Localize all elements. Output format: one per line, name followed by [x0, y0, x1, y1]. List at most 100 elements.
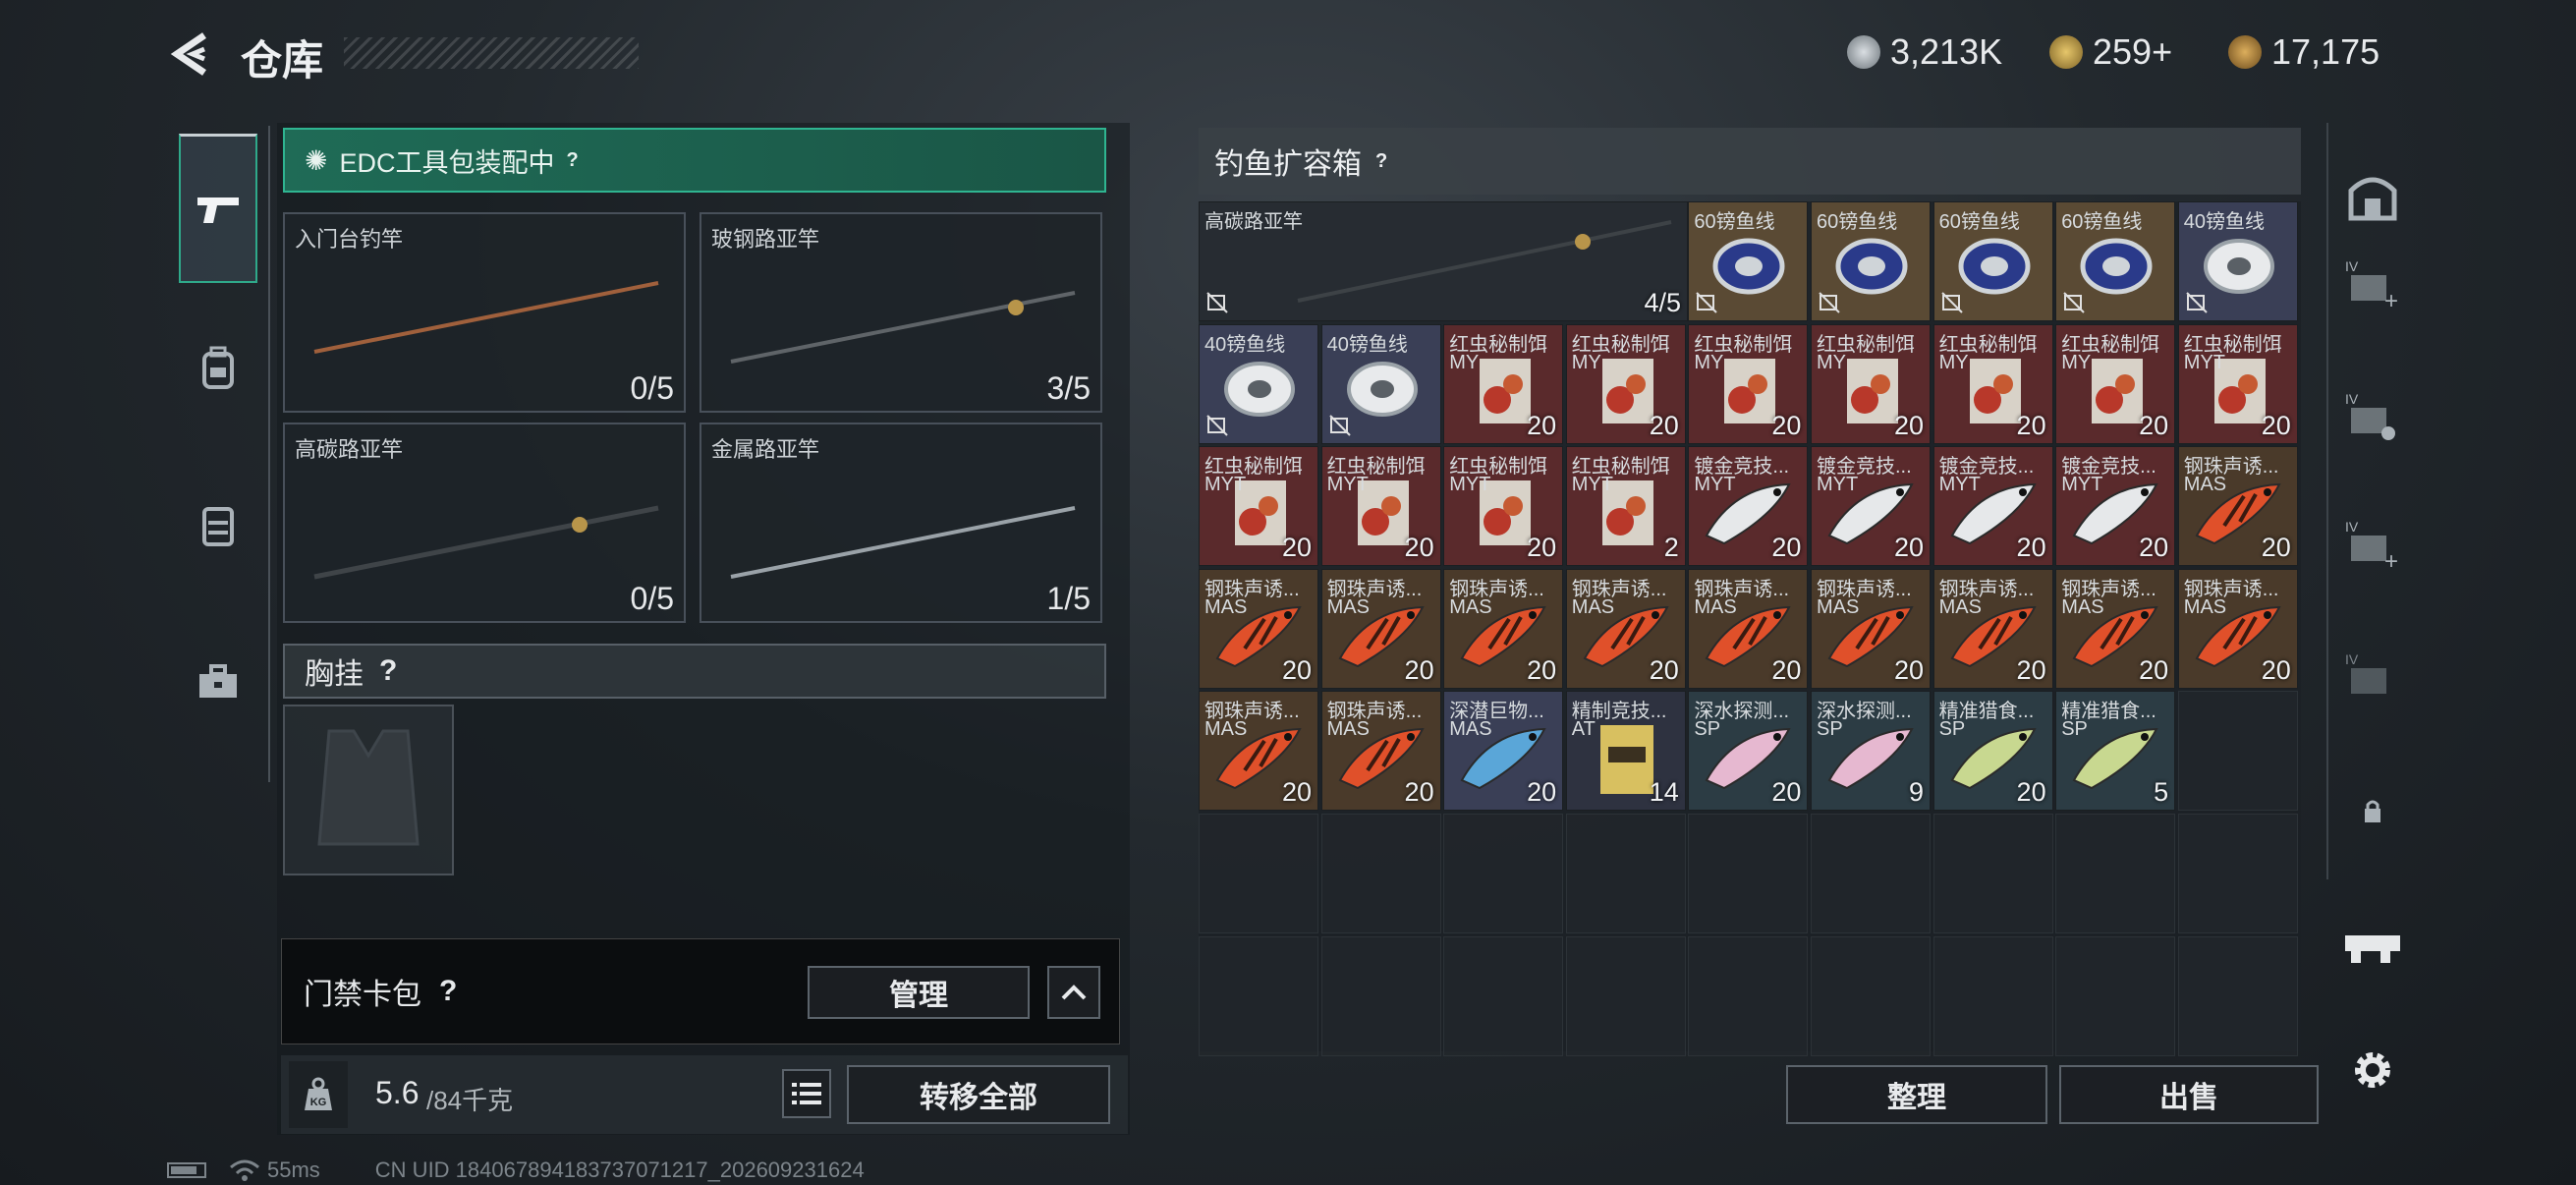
rod-slot-3[interactable]: 高碳路亚竿 0/5: [283, 423, 686, 623]
item-count: 20: [1649, 654, 1679, 685]
item-slot[interactable]: 40镑鱼线: [1320, 323, 1441, 444]
storage-settings-button[interactable]: IV: [2338, 383, 2407, 452]
safe-box-button[interactable]: [2338, 162, 2407, 231]
item-slot[interactable]: 镀金竞技... MYT 20: [1811, 446, 1931, 567]
list-view-button[interactable]: [782, 1069, 831, 1118]
tab-vest[interactable]: [179, 450, 257, 599]
rod-slot-4[interactable]: 金属路亚竿 1/5: [700, 423, 1102, 623]
item-slot[interactable]: 红虫秘制饵 MY 20: [1932, 323, 2053, 444]
item-slot[interactable]: 40镑鱼线: [2177, 201, 2298, 321]
empty-slot[interactable]: [1199, 814, 1318, 933]
transfer-all-button[interactable]: 转移全部: [847, 1065, 1110, 1124]
item-slot[interactable]: 钢珠声诱... MAS 20: [2177, 568, 2298, 689]
empty-slot[interactable]: [1688, 814, 1809, 933]
item-slot[interactable]: 钢珠声诱... MAS 20: [1811, 568, 1931, 689]
item-slot[interactable]: 60镑鱼线: [1811, 201, 1931, 321]
item-slot[interactable]: 钢珠声诱... MAS 20: [1443, 568, 1564, 689]
item-slot[interactable]: 钢珠声诱... MAS 20: [1932, 568, 2053, 689]
rod-slot-1[interactable]: 入门台钓竿 0/5: [283, 212, 686, 413]
empty-slot[interactable]: [1932, 935, 2053, 1056]
item-slot[interactable]: 钢珠声诱... MAS 20: [1565, 568, 1686, 689]
empty-slot[interactable]: [1443, 935, 1564, 1056]
empty-slot[interactable]: [1811, 814, 1931, 933]
item-slot[interactable]: 60镑鱼线: [2055, 201, 2176, 321]
help-icon[interactable]: ?: [379, 654, 397, 688]
item-slot[interactable]: 深水探测... SP 20: [1688, 691, 1809, 812]
item-count: 14: [1649, 777, 1679, 808]
item-slot[interactable]: 镀金竞技... MYT 20: [1932, 446, 2053, 567]
sell-button[interactable]: 出售: [2059, 1065, 2319, 1124]
currency-gold[interactable]: 259+: [2049, 29, 2172, 75]
item-slot[interactable]: 60镑鱼线: [1932, 201, 2053, 321]
empty-slot[interactable]: [2177, 814, 2298, 933]
empty-slot[interactable]: [1443, 814, 1564, 933]
tab-weapons[interactable]: [179, 134, 257, 283]
item-slot[interactable]: 钢珠声诱... MAS 20: [2177, 446, 2298, 567]
tab-toolbox[interactable]: [179, 607, 257, 757]
item-slot[interactable]: 红虫秘制饵 MY 20: [1811, 323, 1931, 444]
item-slot[interactable]: 红虫秘制饵 MY 20: [1565, 323, 1686, 444]
storage-locked-button[interactable]: IV: [2338, 644, 2407, 712]
gun-rack-button[interactable]: [2338, 909, 2407, 978]
item-count: 20: [1281, 533, 1312, 563]
manage-button[interactable]: 管理: [808, 966, 1030, 1019]
empty-slot[interactable]: [1320, 935, 1441, 1056]
empty-slot[interactable]: [2177, 935, 2298, 1056]
pistol-icon: [197, 197, 239, 223]
item-slot[interactable]: 镀金竞技... MYT 20: [1688, 446, 1809, 567]
item-slot[interactable]: 深潜巨物... MAS 20: [1443, 691, 1564, 812]
help-icon[interactable]: ?: [1375, 150, 1387, 173]
empty-slot[interactable]: [2055, 935, 2176, 1056]
item-count: 20: [1281, 777, 1312, 808]
help-icon[interactable]: ?: [439, 975, 457, 1008]
item-slot[interactable]: 钢珠声诱... MAS 20: [1320, 568, 1441, 689]
chest-rig-slot[interactable]: [283, 705, 454, 875]
item-slot[interactable]: 红虫秘制饵 MY 20: [1443, 323, 1564, 444]
item-slot[interactable]: 红虫秘制饵 MYT 20: [2177, 323, 2298, 444]
currency-silver[interactable]: 3,213K: [1847, 29, 2002, 75]
item-slot[interactable]: 红虫秘制饵 MYT 20: [1443, 446, 1564, 567]
empty-slot[interactable]: [1565, 814, 1686, 933]
empty-slot[interactable]: [2055, 814, 2176, 933]
help-icon[interactable]: ?: [566, 149, 578, 172]
tab-backpack[interactable]: [179, 293, 257, 442]
item-big-rod[interactable]: 高碳路亚竿 4/5: [1199, 201, 1688, 321]
item-slot[interactable]: 钢珠声诱... MAS 20: [1199, 691, 1318, 812]
empty-slot[interactable]: [1199, 935, 1318, 1056]
settings-button[interactable]: [2338, 1036, 2407, 1104]
back-arrow-icon[interactable]: [167, 29, 216, 79]
item-slot[interactable]: 红虫秘制饵 MYT 20: [1199, 446, 1318, 567]
item-slot[interactable]: 红虫秘制饵 MYT 2: [1565, 446, 1686, 567]
sort-button[interactable]: 整理: [1786, 1065, 2047, 1124]
item-count: 20: [1893, 533, 1924, 563]
item-slot[interactable]: 60镑鱼线: [1688, 201, 1809, 321]
item-slot[interactable]: 红虫秘制饵 MYT 20: [1320, 446, 1441, 567]
item-slot[interactable]: 钢珠声诱... MAS 20: [1320, 691, 1441, 812]
empty-slot[interactable]: [1565, 935, 1686, 1056]
item-slot[interactable]: 红虫秘制饵 MY 20: [1688, 323, 1809, 444]
empty-slot[interactable]: [2177, 691, 2298, 812]
currency-bronze[interactable]: 17,175: [2228, 29, 2380, 75]
item-count: 20: [2261, 533, 2291, 563]
item-slot[interactable]: 钢珠声诱... MAS 20: [1199, 568, 1318, 689]
item-slot[interactable]: 精准猎食... SP 20: [1932, 691, 2053, 812]
item-slot[interactable]: 精制竞技... AT 14: [1565, 691, 1686, 812]
add-storage-button[interactable]: IV +: [2338, 251, 2407, 319]
item-code: MY: [2061, 351, 2092, 373]
empty-slot[interactable]: [1688, 935, 1809, 1056]
empty-slot[interactable]: [1932, 814, 2053, 933]
item-slot[interactable]: 钢珠声诱... MAS 20: [2055, 568, 2176, 689]
item-slot[interactable]: 镀金竞技... MYT 20: [2055, 446, 2176, 567]
currency-gold-value: 259+: [2093, 31, 2173, 72]
add-storage-button-2[interactable]: IV +: [2338, 511, 2407, 580]
collapse-button[interactable]: [1047, 966, 1100, 1019]
item-slot[interactable]: 深水探测... SP 9: [1811, 691, 1931, 812]
item-code: MYT: [1204, 474, 1247, 496]
empty-slot[interactable]: [1320, 814, 1441, 933]
item-slot[interactable]: 红虫秘制饵 MY 20: [2055, 323, 2176, 444]
empty-slot[interactable]: [1811, 935, 1931, 1056]
item-slot[interactable]: 40镑鱼线: [1199, 323, 1318, 444]
item-slot[interactable]: 精准猎食... SP 5: [2055, 691, 2176, 812]
item-slot[interactable]: 钢珠声诱... MAS 20: [1688, 568, 1809, 689]
rod-slot-2[interactable]: 玻钢路亚竿 3/5: [700, 212, 1102, 413]
